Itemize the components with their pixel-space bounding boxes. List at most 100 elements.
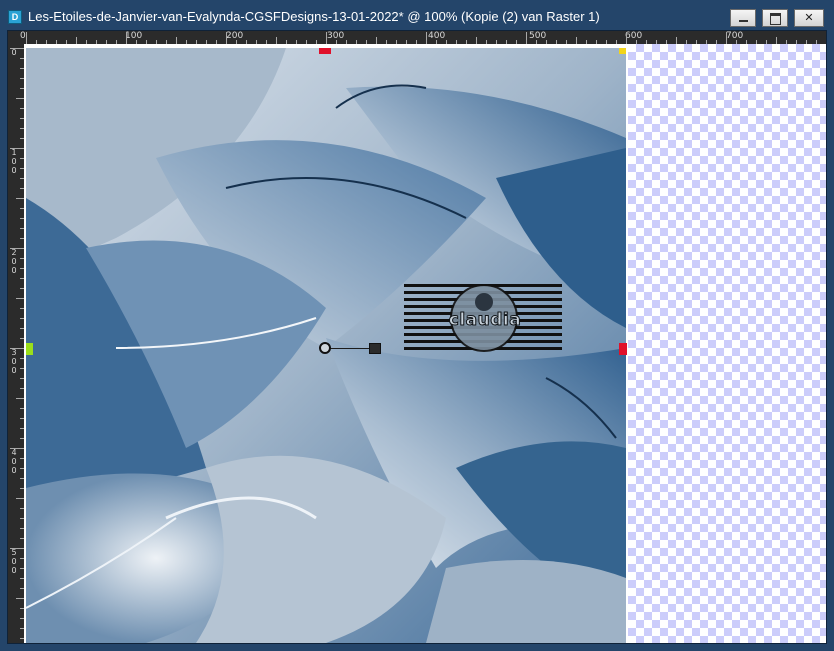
ruler-left-tick [16, 598, 24, 599]
horizontal-ruler[interactable]: 0 100 200 300 400 500 600 700 [8, 31, 826, 44]
ruler-top-tick [426, 32, 427, 44]
ruler-top-tick [726, 32, 727, 44]
ruler-left-tick [16, 398, 24, 399]
ruler-top-tick [416, 40, 417, 44]
ruler-top-tick [376, 37, 377, 44]
ruler-left-tick [20, 168, 24, 169]
ruler-top-tick [196, 40, 197, 44]
ruler-top-tick [596, 40, 597, 44]
ruler-left-tick [20, 258, 24, 259]
ruler-left-tick [20, 318, 24, 319]
ruler-left-tick [20, 518, 24, 519]
ruler-left-tick [20, 528, 24, 529]
ruler-left-tick [20, 278, 24, 279]
ruler-left-tick [10, 248, 24, 249]
maximize-button[interactable] [762, 9, 788, 27]
ruler-top-tick [676, 37, 677, 44]
ruler-left-tick [20, 358, 24, 359]
ruler-left-label: 3 0 0 [11, 348, 17, 375]
rotation-handle[interactable] [369, 343, 381, 354]
ruler-left-tick [20, 558, 24, 559]
ruler-top-tick [566, 40, 567, 44]
ruler-top-tick [226, 32, 227, 44]
artwork-shape [426, 560, 626, 643]
ruler-left-tick [16, 198, 24, 199]
ruler-top-tick [626, 32, 627, 44]
ruler-left-tick [20, 378, 24, 379]
pivot-point-icon[interactable] [319, 342, 331, 354]
ruler-top-tick [586, 40, 587, 44]
minimize-button[interactable] [730, 9, 756, 27]
watermark-layer[interactable]: claudia [404, 282, 562, 356]
ruler-top-tick [526, 32, 527, 44]
ruler-left-tick [20, 88, 24, 89]
ruler-top-tick [446, 40, 447, 44]
ruler-top-tick [436, 40, 437, 44]
ruler-left-tick [10, 48, 24, 49]
ruler-left-tick [20, 228, 24, 229]
ruler-top-tick [116, 40, 117, 44]
ruler-left-tick [20, 188, 24, 189]
ruler-left-tick [20, 628, 24, 629]
ruler-left-tick [20, 428, 24, 429]
ruler-top-tick [516, 40, 517, 44]
window-title: Les-Etoiles-de-Janvier-van-Evalynda-CGSF… [28, 9, 600, 24]
ruler-left-tick [20, 638, 24, 639]
ruler-top-tick [276, 37, 277, 44]
ruler-top-label: 600 [625, 31, 643, 41]
ruler-top-tick [186, 40, 187, 44]
ruler-top-tick [396, 40, 397, 44]
vertical-ruler[interactable]: 0 1 0 0 2 0 0 3 0 0 4 0 0 5 0 0 [8, 44, 24, 643]
ruler-top-tick [576, 37, 577, 44]
ruler-left-label: 5 0 0 [11, 548, 17, 575]
ruler-top-tick [456, 40, 457, 44]
ruler-top-tick [616, 40, 617, 44]
ruler-left-tick [20, 438, 24, 439]
ruler-top-tick [36, 40, 37, 44]
ruler-top-tick [546, 40, 547, 44]
ruler-top-tick [26, 32, 27, 44]
ruler-top-tick [476, 37, 477, 44]
ruler-left-tick [20, 338, 24, 339]
ruler-left-tick [20, 468, 24, 469]
ruler-left-tick [20, 488, 24, 489]
ruler-left-tick [20, 178, 24, 179]
ruler-left-tick [20, 608, 24, 609]
ruler-top-tick [66, 40, 67, 44]
ruler-top-tick [136, 40, 137, 44]
ruler-top-tick [556, 40, 557, 44]
ruler-left-tick [16, 298, 24, 299]
ruler-left-tick [10, 348, 24, 349]
ruler-top-tick [206, 40, 207, 44]
selection-corner-marker[interactable] [619, 48, 626, 54]
ruler-top-tick [286, 40, 287, 44]
ruler-top-tick [496, 40, 497, 44]
title-bar[interactable]: D Les-Etoiles-de-Janvier-van-Evalynda-CG… [0, 0, 834, 34]
ruler-left-tick [20, 78, 24, 79]
ruler-top-label: 200 [226, 31, 244, 41]
selection-marker-top[interactable] [319, 48, 331, 54]
close-button[interactable] [794, 9, 824, 27]
ruler-left-tick [20, 418, 24, 419]
ruler-left-tick [20, 158, 24, 159]
ruler-top-tick [176, 37, 177, 44]
ruler-left-tick [10, 148, 24, 149]
ruler-left-label: 4 0 0 [11, 448, 17, 475]
document-icon[interactable]: D [8, 10, 22, 24]
selection-marker-right[interactable] [619, 343, 627, 355]
ruler-top-tick [106, 40, 107, 44]
ruler-left-tick [20, 478, 24, 479]
ruler-left-tick [16, 98, 24, 99]
ruler-top-tick [356, 40, 357, 44]
selection-marker-left[interactable] [26, 343, 33, 355]
ruler-left-tick [20, 108, 24, 109]
ruler-top-tick [386, 40, 387, 44]
ruler-left-tick [20, 138, 24, 139]
transparent-checkerboard[interactable] [628, 44, 826, 643]
ruler-top-label: 100 [125, 31, 143, 41]
ruler-left-tick [20, 618, 24, 619]
ruler-top-label: 500 [529, 31, 547, 41]
document-window: D Les-Etoiles-de-Janvier-van-Evalynda-CG… [0, 0, 834, 651]
ruler-left-tick [20, 588, 24, 589]
ruler-left-tick [20, 208, 24, 209]
